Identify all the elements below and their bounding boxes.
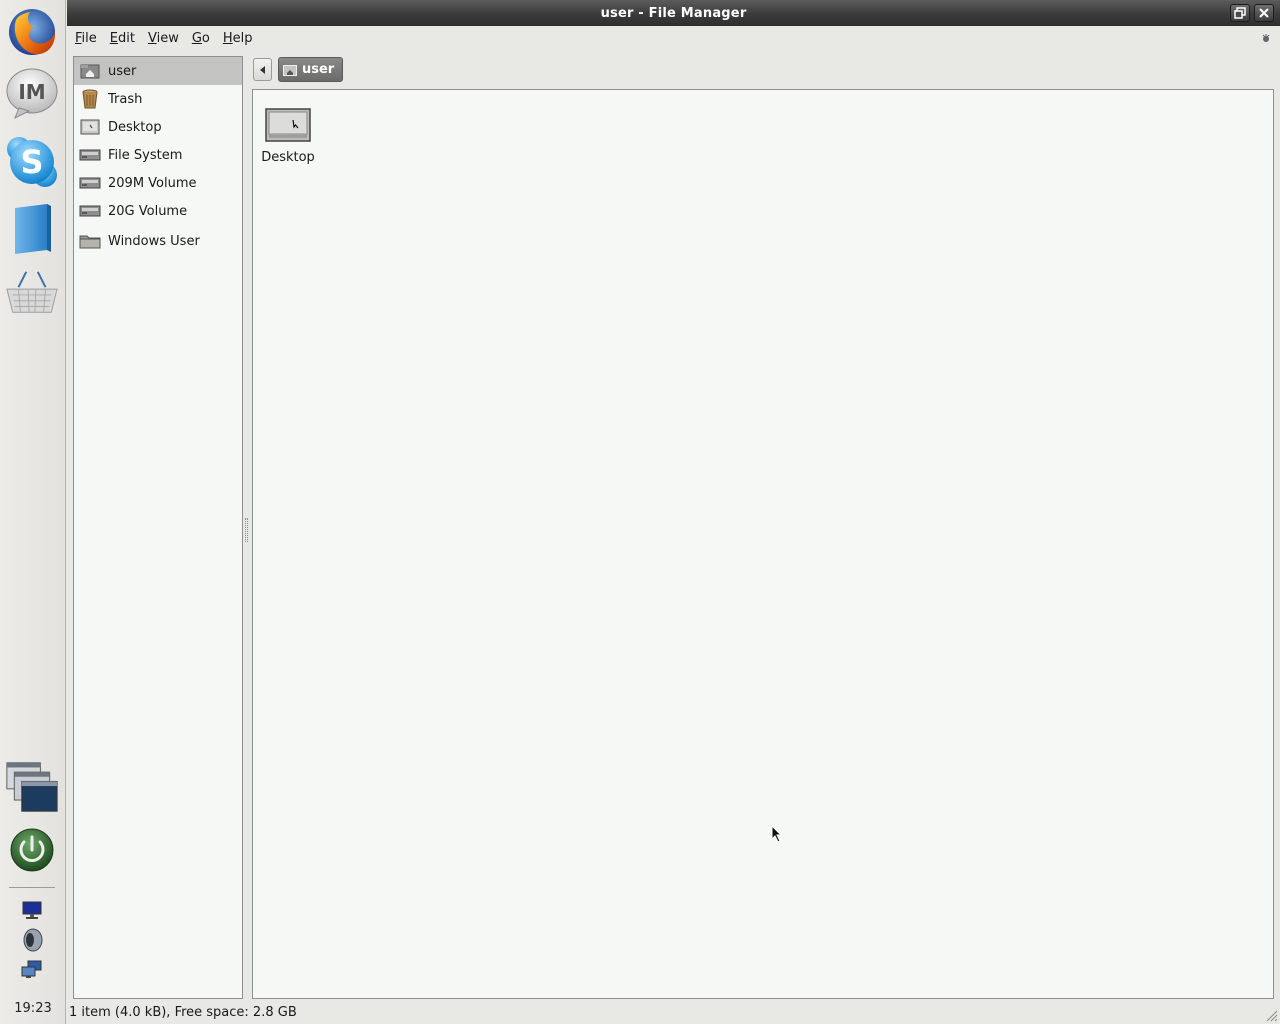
file-item-desktop[interactable]: Desktop [257,108,319,165]
sidebar-item-label: Desktop [108,119,162,135]
menu-view[interactable]: View [143,29,184,48]
path-back-button[interactable] [253,58,272,81]
svg-text:S: S [20,143,43,181]
firefox-icon[interactable] [5,5,59,59]
chevron-left-icon [259,65,265,74]
home-folder-icon [283,64,297,76]
home-folder-icon [79,61,101,81]
menu-file[interactable]: File [70,29,102,48]
menu-go[interactable]: Go [187,29,215,48]
resize-grip-icon[interactable] [1264,1008,1278,1022]
status-bar: 1 item (4.0 kB), Free space: 2.8 GB [69,1005,297,1020]
file-icon-view[interactable]: Desktop [252,89,1274,999]
desktop-icon [265,108,311,142]
network-icon[interactable] [20,958,44,982]
sidebar-item-label: Trash [108,91,143,107]
sidebar-item-20g-volume[interactable]: 20G Volume [74,197,242,225]
sidebar-item-user[interactable]: user [74,57,242,85]
pane-resize-handle[interactable] [245,518,248,542]
windows-switcher-icon[interactable] [5,758,59,816]
menu-help[interactable]: Help [218,29,258,48]
im-icon[interactable]: IM [5,66,59,120]
menu-edit[interactable]: Edit [105,29,140,48]
clock: 19:23 [14,1001,52,1016]
power-icon[interactable] [5,823,59,877]
trash-icon [79,89,101,109]
restore-button[interactable] [1230,4,1250,22]
places-sidebar: user Trash Desktop File System 209M Volu… [73,56,243,999]
folder-icon [79,231,101,251]
sidebar-item-file-system[interactable]: File System [74,141,242,169]
dock-separator [9,887,55,888]
close-icon [1259,8,1269,18]
drive-icon [79,145,101,165]
launcher-dock: IM S 19:23 [0,0,66,1024]
display-icon[interactable] [20,898,44,922]
menubar: File Edit View Go Help [67,26,1280,50]
desktop-icon [79,117,101,137]
sidebar-item-label: 20G Volume [108,203,188,219]
sidebar-item-label: 209M Volume [108,175,197,191]
svg-text:IM: IM [18,80,45,104]
file-item-label: Desktop [261,150,315,165]
path-crumb-user[interactable]: user [278,57,344,82]
drive-icon [79,201,101,221]
close-button[interactable] [1254,4,1274,22]
skype-icon[interactable]: S [5,135,59,189]
throbber-icon [1262,34,1270,42]
sidebar-item-trash[interactable]: Trash [74,85,242,113]
sidebar-item-209m-volume[interactable]: 209M Volume [74,169,242,197]
restore-icon [1234,7,1246,19]
sidebar-item-desktop[interactable]: Desktop [74,113,242,141]
window-titlebar[interactable]: user - File Manager [67,0,1280,26]
window-title: user - File Manager [600,5,747,21]
drive-icon [79,173,101,193]
sidebar-item-label: Windows User [108,233,200,249]
sidebar-item-windows-user[interactable]: Windows User [74,225,242,257]
shop-basket-icon[interactable] [5,266,59,320]
sidebar-item-label: File System [108,147,183,163]
volume-icon[interactable] [20,928,44,952]
sidebar-item-label: user [108,63,137,79]
files-icon[interactable] [5,202,59,256]
path-crumb-label: user [302,62,335,77]
file-manager-window: user - File Manager File Edit View Go He… [67,0,1280,1024]
